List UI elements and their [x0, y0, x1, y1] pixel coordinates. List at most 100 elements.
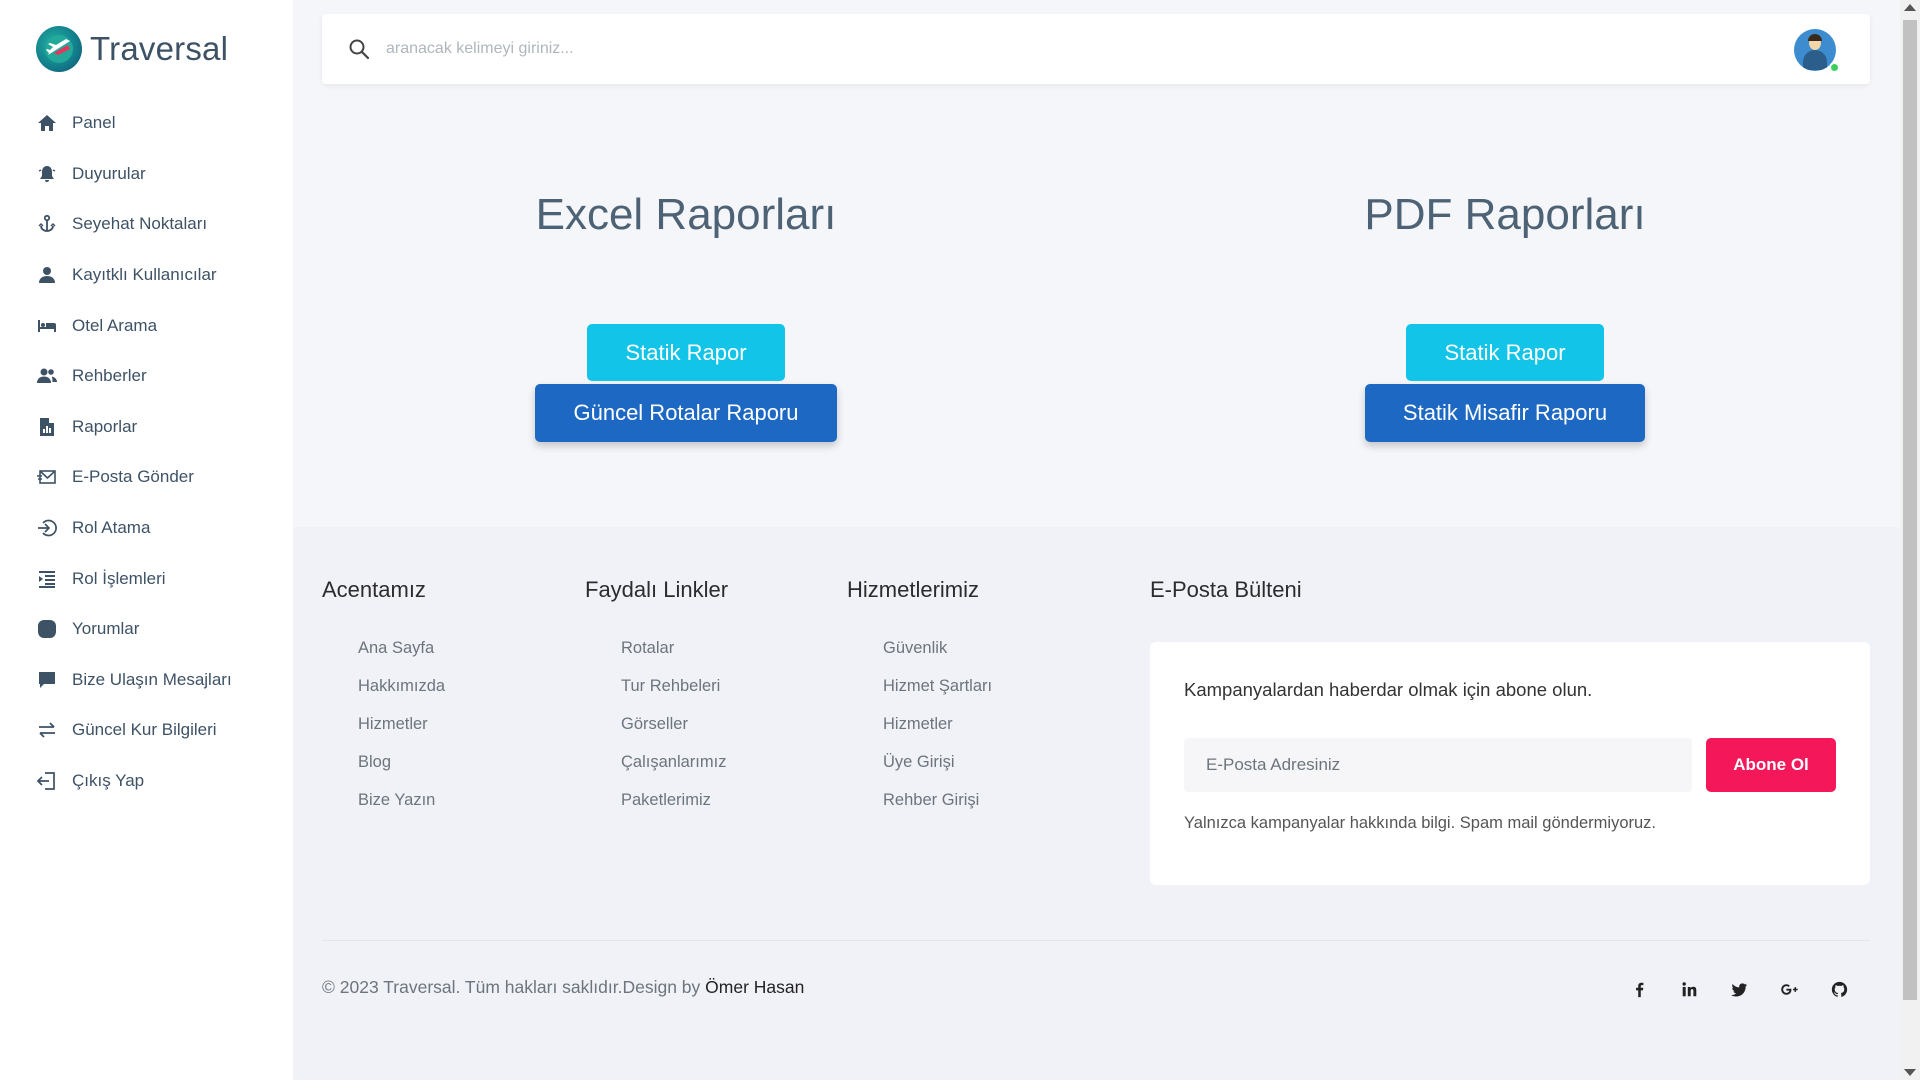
github-icon[interactable] — [1826, 977, 1852, 1001]
footer-divider — [322, 940, 1870, 941]
report-file-icon — [36, 416, 58, 438]
footer-link[interactable]: Üye Girişi — [883, 743, 992, 781]
sidebar-item-yorumlar[interactable]: Yorumlar — [36, 604, 286, 655]
sidebar-item-rehberler[interactable]: Rehberler — [36, 351, 286, 402]
bell-icon — [36, 163, 58, 185]
sidebar-item-label: Rol İşlemleri — [72, 568, 166, 588]
author-link[interactable]: Ömer Hasan — [705, 977, 804, 997]
online-status-indicator — [1829, 62, 1840, 73]
footer-link[interactable]: Blog — [358, 743, 445, 781]
sidebar-item-bize-ulasin-mesajlari[interactable]: Bize Ulaşın Mesajları — [36, 655, 286, 706]
twitter-icon[interactable] — [1726, 977, 1752, 1001]
sidebar-item-rol-islemleri[interactable]: Rol İşlemleri — [36, 553, 286, 604]
footer-link[interactable]: Rehber Girişi — [883, 781, 992, 819]
sidebar-item-raporlar[interactable]: Raporlar — [36, 402, 286, 453]
home-icon — [36, 112, 58, 134]
footer-link[interactable]: Paketlerimiz — [621, 781, 728, 819]
footer-link[interactable]: Bize Yazın — [358, 781, 445, 819]
message-icon — [36, 669, 58, 691]
footer-link[interactable]: Güvenlik — [883, 629, 992, 667]
top-search-bar — [322, 14, 1870, 84]
copyright-text: © 2023 Traversal. Tüm hakları saklıdır.D… — [322, 977, 804, 998]
sidebar-item-panel[interactable]: Panel — [36, 98, 286, 149]
footer-link[interactable]: Hizmetler — [358, 705, 445, 743]
anchor-icon — [36, 213, 58, 235]
pdf-reports-title: PDF Raporları — [1364, 190, 1646, 239]
footer-column-title: Hizmetlerimiz — [847, 577, 979, 602]
sidebar-item-label: Bize Ulaşın Mesajları — [72, 669, 232, 689]
subscribe-button[interactable]: Abone Ol — [1706, 738, 1836, 792]
brand-name: Traversal — [90, 30, 229, 67]
sidebar-item-cikis-yap[interactable]: Çıkış Yap — [36, 756, 286, 807]
footer-link[interactable]: Rotalar — [621, 629, 728, 667]
footer-link[interactable]: Görseller — [621, 705, 728, 743]
footer-column-title: Acentamız — [322, 577, 426, 602]
sidebar-item-label: Seyehat Noktaları — [72, 214, 208, 234]
sidebar-item-otel-arama[interactable]: Otel Arama — [36, 300, 286, 351]
search-icon[interactable] — [348, 38, 370, 60]
scrollbar-thumb[interactable] — [1903, 20, 1917, 1000]
mail-send-icon — [36, 466, 58, 488]
newsletter-box: Kampanyalardan haberdar olmak için abone… — [1150, 642, 1870, 885]
footer-column-acentamiz: Acentamız Ana Sayfa Hakkımızda Hizmetler… — [322, 577, 445, 819]
sidebar-item-e-posta-gonder[interactable]: E-Posta Gönder — [36, 452, 286, 503]
page-scrollbar[interactable] — [1900, 0, 1920, 1080]
exchange-icon — [36, 719, 58, 741]
footer-link[interactable]: Tur Rehbeleri — [621, 667, 728, 705]
comment-icon — [36, 618, 58, 640]
footer: Acentamız Ana Sayfa Hakkımızda Hizmetler… — [293, 527, 1900, 1080]
footer-link[interactable]: Hizmetler — [883, 705, 992, 743]
user-icon — [36, 264, 58, 286]
pdf-static-report-button[interactable]: Statik Rapor — [1406, 324, 1604, 381]
footer-link[interactable]: Ana Sayfa — [358, 629, 445, 667]
footer-column-title: Faydalı Linkler — [585, 577, 729, 602]
excel-static-report-button[interactable]: Statik Rapor — [587, 324, 785, 381]
pdf-static-guest-report-button[interactable]: Statik Misafir Raporu — [1364, 384, 1646, 442]
sidebar-item-label: Çıkış Yap — [72, 771, 145, 791]
sidebar-item-label: Otel Arama — [72, 315, 158, 335]
footer-link[interactable]: Çalışanlarımız — [621, 743, 728, 781]
scroll-down-arrow-icon[interactable] — [1904, 1069, 1916, 1076]
sidebar-item-label: Rehberler — [72, 366, 147, 386]
facebook-icon[interactable] — [1626, 977, 1652, 1001]
linkedin-icon[interactable] — [1676, 977, 1702, 1001]
footer-link[interactable]: Hakkımızda — [358, 667, 445, 705]
logout-icon — [36, 770, 58, 792]
login-arrow-icon — [36, 517, 58, 539]
list-indent-icon — [36, 568, 58, 590]
footer-link[interactable]: Hizmet Şartları — [883, 667, 992, 705]
users-icon — [36, 365, 58, 387]
newsletter-text: Kampanyalardan haberdar olmak için abone… — [1184, 679, 1593, 700]
copyright-label: © 2023 Traversal. Tüm hakları saklıdır.D… — [322, 977, 706, 997]
sidebar-item-kayitli-kullanicilar[interactable]: Kayıtklı Kullanıcılar — [36, 250, 286, 301]
sidebar-item-label: Yorumlar — [72, 619, 140, 639]
sidebar-item-label: Kayıtklı Kullanıcılar — [72, 265, 217, 285]
bed-icon — [36, 315, 58, 337]
footer-column-faydali-linkler: Faydalı Linkler Rotalar Tur Rehbeleri Gö… — [585, 577, 728, 819]
sidebar-nav: Panel Duyurular Seyehat Noktaları Kayıtk… — [36, 98, 286, 806]
sidebar-item-label: Rol Atama — [72, 518, 151, 538]
sidebar-item-label: Güncel Kur Bilgileri — [72, 720, 217, 740]
avatar-body-shape — [1803, 50, 1827, 70]
sidebar-item-label: E-Posta Gönder — [72, 467, 194, 487]
scroll-up-arrow-icon[interactable] — [1904, 4, 1916, 11]
avatar-hair-shape — [1808, 34, 1822, 41]
brand[interactable]: Traversal — [36, 26, 228, 72]
sidebar-item-seyehat-noktalari[interactable]: Seyehat Noktaları — [36, 199, 286, 250]
search-input[interactable] — [386, 40, 1286, 58]
newsletter-title: E-Posta Bülteni — [1150, 577, 1302, 602]
excel-current-routes-report-button[interactable]: Güncel Rotalar Raporu — [535, 384, 837, 442]
footer-column-hizmetlerimiz: Hizmetlerimiz Güvenlik Hizmet Şartları H… — [847, 577, 992, 819]
excel-button-group: Statik Rapor Güncel Rotalar Raporu — [386, 324, 986, 442]
excel-reports-title: Excel Raporları — [535, 190, 837, 239]
traversal-logo-icon — [36, 26, 82, 72]
sidebar-item-guncel-kur-bilgileri[interactable]: Güncel Kur Bilgileri — [36, 705, 286, 756]
sidebar-item-rol-atama[interactable]: Rol Atama — [36, 503, 286, 554]
pdf-button-group: Statik Rapor Statik Misafir Raporu — [1205, 324, 1805, 442]
newsletter-note: Yalnızca kampanyalar hakkında bilgi. Spa… — [1184, 814, 1657, 832]
newsletter-email-input[interactable] — [1184, 738, 1692, 792]
pdf-reports-section: PDF Raporları Statik Rapor Statik Misafi… — [1205, 190, 1805, 442]
sidebar-item-label: Duyurular — [72, 163, 146, 183]
google-plus-icon[interactable] — [1776, 977, 1802, 1001]
sidebar-item-duyurular[interactable]: Duyurular — [36, 149, 286, 200]
